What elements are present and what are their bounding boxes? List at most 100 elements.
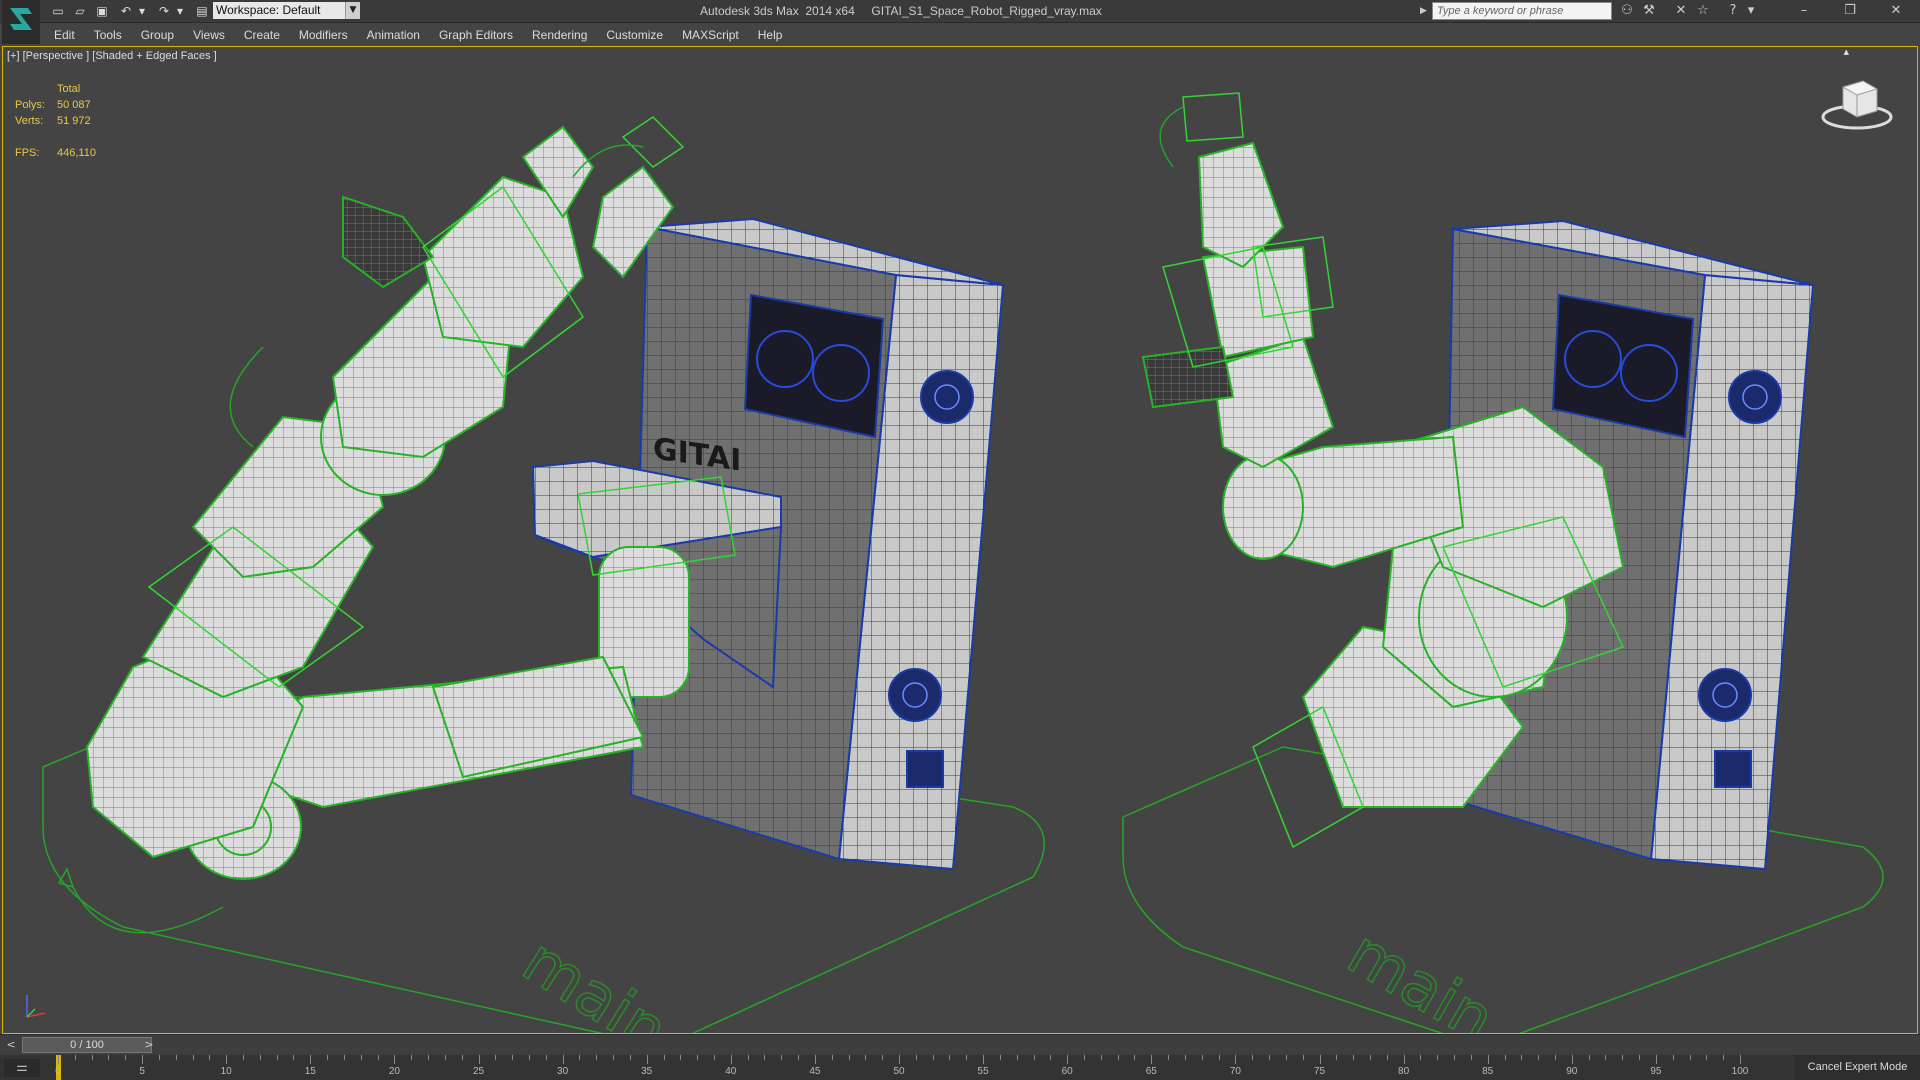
timeline-tick <box>848 1055 850 1060</box>
new-file-icon[interactable]: ▭ <box>50 3 66 19</box>
timeline-tick <box>1369 1055 1371 1060</box>
menu-edit[interactable]: Edit <box>54 25 75 45</box>
menu-customize[interactable]: Customize <box>606 25 663 45</box>
timeline-tick <box>478 1055 480 1064</box>
search-input[interactable]: Type a keyword or phrase <box>1432 2 1612 20</box>
timeline-tick <box>1134 1055 1136 1060</box>
timeline-tick <box>343 1055 345 1060</box>
chevron-down-icon[interactable]: ▼ <box>345 2 360 19</box>
subscription-center-icon[interactable]: ⚒ <box>1640 3 1658 19</box>
timeline-tick <box>1504 1055 1506 1060</box>
minimize-icon[interactable]: – <box>1782 0 1826 22</box>
timeline-tick <box>680 1055 682 1060</box>
timeline-tick <box>1454 1055 1456 1060</box>
time-next-icon[interactable]: > <box>142 1037 156 1053</box>
lock-icon[interactable]: ▴ <box>1843 47 1849 58</box>
binoculars-icon[interactable]: ⚇ <box>1618 3 1636 19</box>
timeline-tick <box>1353 1055 1355 1060</box>
timeline-tick <box>411 1055 413 1060</box>
timeline-tick <box>781 1055 783 1060</box>
help-dropdown-icon[interactable]: ▾ <box>1742 3 1760 19</box>
timeline-tick-label: 40 <box>725 1066 737 1077</box>
stats-header: Total <box>57 83 81 95</box>
timeline-tick <box>1050 1055 1052 1060</box>
timeline-tick <box>377 1055 379 1060</box>
left-robot-model[interactable]: main GITAI <box>42 116 1045 1034</box>
perspective-viewport[interactable]: main GITAI main [+] [Perspective] [Shad… <box>2 46 1918 1034</box>
project-folder-icon[interactable]: ▤ <box>194 3 210 19</box>
timeline-tick-label: 90 <box>1566 1066 1578 1077</box>
timeline-tick <box>1067 1055 1069 1064</box>
menu-group[interactable]: Group <box>141 25 174 45</box>
verts-label: Verts: <box>15 115 44 127</box>
menu-animation[interactable]: Animation <box>367 25 420 45</box>
timeline-tick <box>899 1055 900 1064</box>
time-slider-bar: < 0 / 100 > <box>0 1034 1920 1055</box>
timeline-tick <box>394 1055 396 1064</box>
timeline-tick <box>243 1055 245 1060</box>
viewport-label[interactable]: [+] [Perspective ] [Shaded + Edged Faces… <box>7 50 217 62</box>
timeline-tick <box>310 1055 312 1064</box>
timeline-tick <box>663 1055 665 1060</box>
timeline-tick <box>259 1055 261 1060</box>
menu-help[interactable]: Help <box>758 25 783 45</box>
timeline-tick <box>276 1055 278 1060</box>
save-file-icon[interactable]: ▣ <box>94 3 110 19</box>
cancel-expert-mode-button[interactable]: Cancel Expert Mode <box>1795 1055 1920 1080</box>
timeline-tick <box>1336 1055 1338 1060</box>
menu-maxscript[interactable]: MAXScript <box>682 25 739 45</box>
timeline-tick <box>142 1055 144 1064</box>
timeline-tick-label: 80 <box>1398 1066 1410 1077</box>
menu-graph-editors[interactable]: Graph Editors <box>439 25 513 45</box>
timeline-tick-label: 50 <box>893 1066 905 1077</box>
search-expand-icon[interactable]: ▶ <box>1420 4 1428 18</box>
time-slider[interactable]: 0 / 100 <box>22 1037 152 1053</box>
timeline-tick <box>1100 1055 1102 1060</box>
window-title: Autodesk 3ds Max 2014 x64 GITAI_S1_Space… <box>700 4 1102 18</box>
timeline-tick <box>1437 1055 1439 1060</box>
timeline-ruler[interactable]: 0 5 10 15 20 25 30 35 40 45 50 55 60 65 70 75 80 85 90 95 10… <box>55 1055 1748 1080</box>
close-icon[interactable]: ✕ <box>1874 0 1918 22</box>
app-menu-button[interactable] <box>2 0 40 44</box>
timeline-tick <box>545 1055 547 1060</box>
timeline-tick <box>798 1055 800 1060</box>
menu-views[interactable]: Views <box>193 25 225 45</box>
redo-icon[interactable]: ↷ <box>156 3 172 19</box>
title-bar: ▭ ▱ ▣ ↶ ▾ ↷ ▾ ▤ Workspace: Default ▼ Aut… <box>0 0 1920 44</box>
timeline-tick <box>596 1055 598 1060</box>
polys-label: Polys: <box>15 99 45 111</box>
timeline-tick <box>1706 1055 1708 1060</box>
restore-icon[interactable]: ❐ <box>1828 0 1872 22</box>
timeline-tick <box>1622 1055 1624 1060</box>
timeline-tick <box>512 1055 514 1060</box>
timeline-tick <box>999 1055 1001 1060</box>
mini-curve-editor-icon[interactable]: ⚌ <box>4 1059 40 1077</box>
open-file-icon[interactable]: ▱ <box>72 3 88 19</box>
app-logo-icon <box>10 8 32 30</box>
menu-modifiers[interactable]: Modifiers <box>299 25 348 45</box>
timeline-tick <box>175 1055 177 1060</box>
timeline-tick <box>444 1055 446 1060</box>
timeline-tick <box>1218 1055 1220 1060</box>
timeline-tick <box>1740 1055 1741 1064</box>
menu-create[interactable]: Create <box>244 25 280 45</box>
track-bar[interactable]: ⚌ 0 5 10 15 20 25 30 35 40 45 50 55 60 65 70 75 80 85 90 95… <box>0 1055 1920 1080</box>
communication-center-icon[interactable]: ✕ <box>1672 3 1690 19</box>
favorites-star-icon[interactable]: ☆ <box>1694 3 1712 19</box>
right-robot-model[interactable]: main GITAI <box>1122 92 1884 1034</box>
timeline-tick-label: 5 <box>139 1066 145 1077</box>
help-icon[interactable]: ? <box>1724 3 1742 19</box>
timeline-tick <box>1184 1055 1186 1060</box>
redo-dropdown-icon[interactable]: ▾ <box>172 3 188 19</box>
timeline-tick <box>1470 1055 1472 1060</box>
workspace-select[interactable]: Workspace: Default <box>213 2 359 19</box>
undo-dropdown-icon[interactable]: ▾ <box>134 3 150 19</box>
viewcube-icon[interactable] <box>1819 73 1895 133</box>
undo-icon[interactable]: ↶ <box>118 3 134 19</box>
timeline-tick <box>697 1055 699 1060</box>
timeline-tick <box>1285 1055 1287 1060</box>
menu-rendering[interactable]: Rendering <box>532 25 587 45</box>
menu-tools[interactable]: Tools <box>94 25 122 45</box>
time-prev-icon[interactable]: < <box>4 1037 18 1053</box>
timeline-tick <box>1151 1055 1153 1064</box>
